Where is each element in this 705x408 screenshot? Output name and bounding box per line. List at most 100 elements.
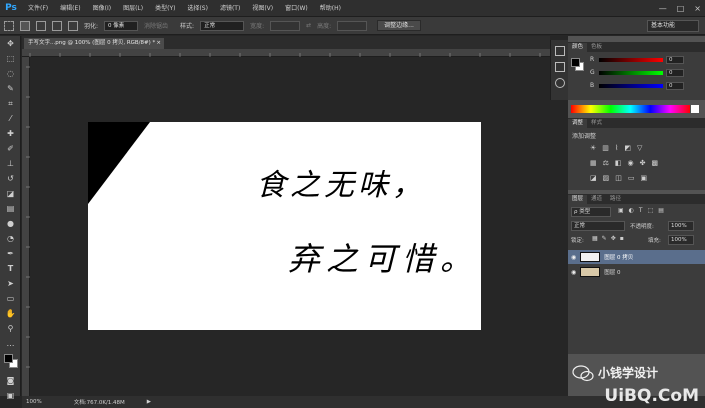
curves-icon[interactable]: ⌇	[615, 144, 618, 152]
channel-mixer-icon[interactable]: ✤	[640, 159, 646, 167]
pen-tool-icon[interactable]: ✒	[0, 246, 21, 261]
style-select[interactable]: 正常	[200, 20, 245, 31]
lock-transparent-icon[interactable]: ▦	[592, 235, 598, 242]
black-white-icon[interactable]: ◧	[615, 159, 622, 167]
clone-stamp-tool-icon[interactable]: ⊥	[0, 156, 21, 171]
healing-brush-tool-icon[interactable]: ✚	[0, 126, 21, 141]
layer-filter-select[interactable]: ρ 类型	[571, 207, 611, 217]
adjust-filter-icon[interactable]: ◐	[629, 207, 634, 214]
status-menu-arrow-icon[interactable]: ▶	[147, 399, 151, 405]
green-value-input[interactable]: 0	[666, 68, 684, 77]
info-panel-icon[interactable]	[555, 78, 565, 88]
menu-file[interactable]: 文件(F)	[22, 0, 54, 17]
brush-tool-icon[interactable]: ✐	[0, 141, 21, 156]
lock-image-icon[interactable]: ✎	[602, 235, 607, 242]
minimize-button[interactable]: —	[659, 4, 667, 13]
vibrance-icon[interactable]: ▽	[637, 144, 642, 152]
document-info[interactable]: 文档:767.0K/1.48M	[74, 398, 125, 406]
swap-icon[interactable]: ⇄	[306, 22, 311, 29]
close-tab-icon[interactable]: ×	[156, 38, 161, 49]
green-slider[interactable]	[599, 70, 663, 75]
invert-icon[interactable]: ◪	[590, 174, 597, 182]
marquee-tool-icon[interactable]: ⬚	[0, 51, 21, 66]
quick-mask-icon[interactable]: ◙	[0, 373, 21, 388]
type-filter-icon[interactable]: T	[639, 207, 643, 214]
zoom-tool-icon[interactable]: ⚲	[0, 321, 21, 336]
menu-help[interactable]: 帮助(H)	[314, 0, 347, 17]
menu-type[interactable]: 类型(Y)	[149, 0, 181, 17]
brightness-icon[interactable]: ☀	[590, 144, 596, 152]
dodge-tool-icon[interactable]: ◔	[0, 231, 21, 246]
path-select-tool-icon[interactable]: ➤	[0, 276, 21, 291]
close-button[interactable]: ×	[694, 4, 701, 13]
levels-icon[interactable]: ▥	[602, 144, 609, 152]
canvas-area[interactable]: 食之无味， 弃之可惜。	[30, 57, 550, 396]
photo-filter-icon[interactable]: ◉	[628, 159, 634, 167]
lock-all-icon[interactable]: ▪	[620, 235, 624, 242]
pixel-filter-icon[interactable]: ▣	[618, 207, 624, 214]
menu-select[interactable]: 选择(S)	[181, 0, 214, 17]
color-spectrum-bar[interactable]	[571, 105, 690, 113]
quick-select-tool-icon[interactable]: ✎	[0, 81, 21, 96]
menu-edit[interactable]: 编辑(E)	[54, 0, 86, 17]
layer-name[interactable]: 图层 0 拷贝	[604, 253, 633, 261]
new-selection-icon[interactable]	[20, 20, 30, 31]
screen-mode-icon[interactable]: ▣	[0, 388, 21, 403]
maximize-button[interactable]: □	[677, 4, 685, 13]
blue-slider[interactable]	[599, 83, 663, 88]
tab-adjustments[interactable]: 调整	[568, 119, 588, 128]
zoom-level[interactable]: 100%	[26, 399, 42, 405]
blend-mode-select[interactable]: 正常	[571, 221, 625, 231]
subtract-selection-icon[interactable]	[52, 20, 62, 31]
visibility-eye-icon[interactable]: ◉	[571, 254, 576, 261]
layer-row[interactable]: ◉ 图层 0	[568, 265, 705, 279]
hand-tool-icon[interactable]: ✋	[0, 306, 21, 321]
add-selection-icon[interactable]	[36, 20, 46, 31]
document-canvas[interactable]: 食之无味， 弃之可惜。	[88, 122, 481, 330]
opacity-input[interactable]: 100%	[668, 221, 694, 231]
width-input[interactable]	[270, 20, 301, 31]
layer-row[interactable]: ◉ 图层 0 拷贝	[568, 250, 705, 264]
menu-window[interactable]: 窗口(W)	[279, 0, 314, 17]
lasso-tool-icon[interactable]: ◌	[0, 66, 21, 81]
history-panel-icon[interactable]	[555, 46, 565, 56]
fill-input[interactable]: 100%	[668, 235, 694, 245]
lock-position-icon[interactable]: ✥	[611, 235, 616, 242]
edit-toolbar-icon[interactable]: …	[0, 336, 21, 351]
tab-styles[interactable]: 样式	[587, 119, 606, 128]
type-tool-icon[interactable]: T	[0, 261, 21, 276]
hue-icon[interactable]: ▦	[590, 159, 597, 167]
threshold-icon[interactable]: ◫	[615, 174, 622, 182]
height-input[interactable]	[337, 20, 368, 31]
eyedropper-tool-icon[interactable]: ⁄	[0, 111, 21, 126]
spectrum-white-chip[interactable]	[691, 105, 699, 113]
layer-name[interactable]: 图层 0	[604, 268, 620, 276]
menu-layer[interactable]: 图层(L)	[117, 0, 149, 17]
refine-edge-button[interactable]: 调整边缘...	[377, 20, 421, 31]
eraser-tool-icon[interactable]: ◪	[0, 186, 21, 201]
history-brush-tool-icon[interactable]: ↺	[0, 171, 21, 186]
tab-swatches[interactable]: 色板	[587, 43, 606, 52]
workspace-select[interactable]: 基本功能	[647, 20, 699, 32]
document-tab[interactable]: 手写文字...png @ 100% (图层 0 拷贝, RGB/8#) * ×	[24, 38, 164, 49]
antialias-checkbox[interactable]: 消除锯齿	[144, 21, 168, 30]
menu-view[interactable]: 视图(V)	[246, 0, 279, 17]
foreground-color-swatch[interactable]	[4, 354, 13, 363]
blur-tool-icon[interactable]: ●	[0, 216, 21, 231]
rect-marquee-icon[interactable]	[4, 20, 14, 31]
feather-input[interactable]: 0 像素	[104, 20, 139, 31]
shape-filter-icon[interactable]: ⬚	[648, 207, 654, 214]
crop-tool-icon[interactable]: ⌗	[0, 96, 21, 111]
posterize-icon[interactable]: ▨	[603, 174, 610, 182]
menu-filter[interactable]: 滤镜(T)	[214, 0, 246, 17]
smart-filter-icon[interactable]: ▤	[658, 207, 664, 214]
selective-color-icon[interactable]: ▣	[641, 174, 648, 182]
menu-image[interactable]: 图像(I)	[87, 0, 117, 17]
intersect-selection-icon[interactable]	[68, 20, 78, 31]
color-lookup-icon[interactable]: ▩	[652, 159, 659, 167]
tab-color[interactable]: 颜色	[568, 43, 588, 52]
move-tool-icon[interactable]: ✥	[0, 36, 21, 51]
tab-channels[interactable]: 通道	[587, 195, 606, 204]
foreground-swatch[interactable]	[571, 58, 580, 67]
visibility-eye-icon[interactable]: ◉	[571, 269, 576, 276]
